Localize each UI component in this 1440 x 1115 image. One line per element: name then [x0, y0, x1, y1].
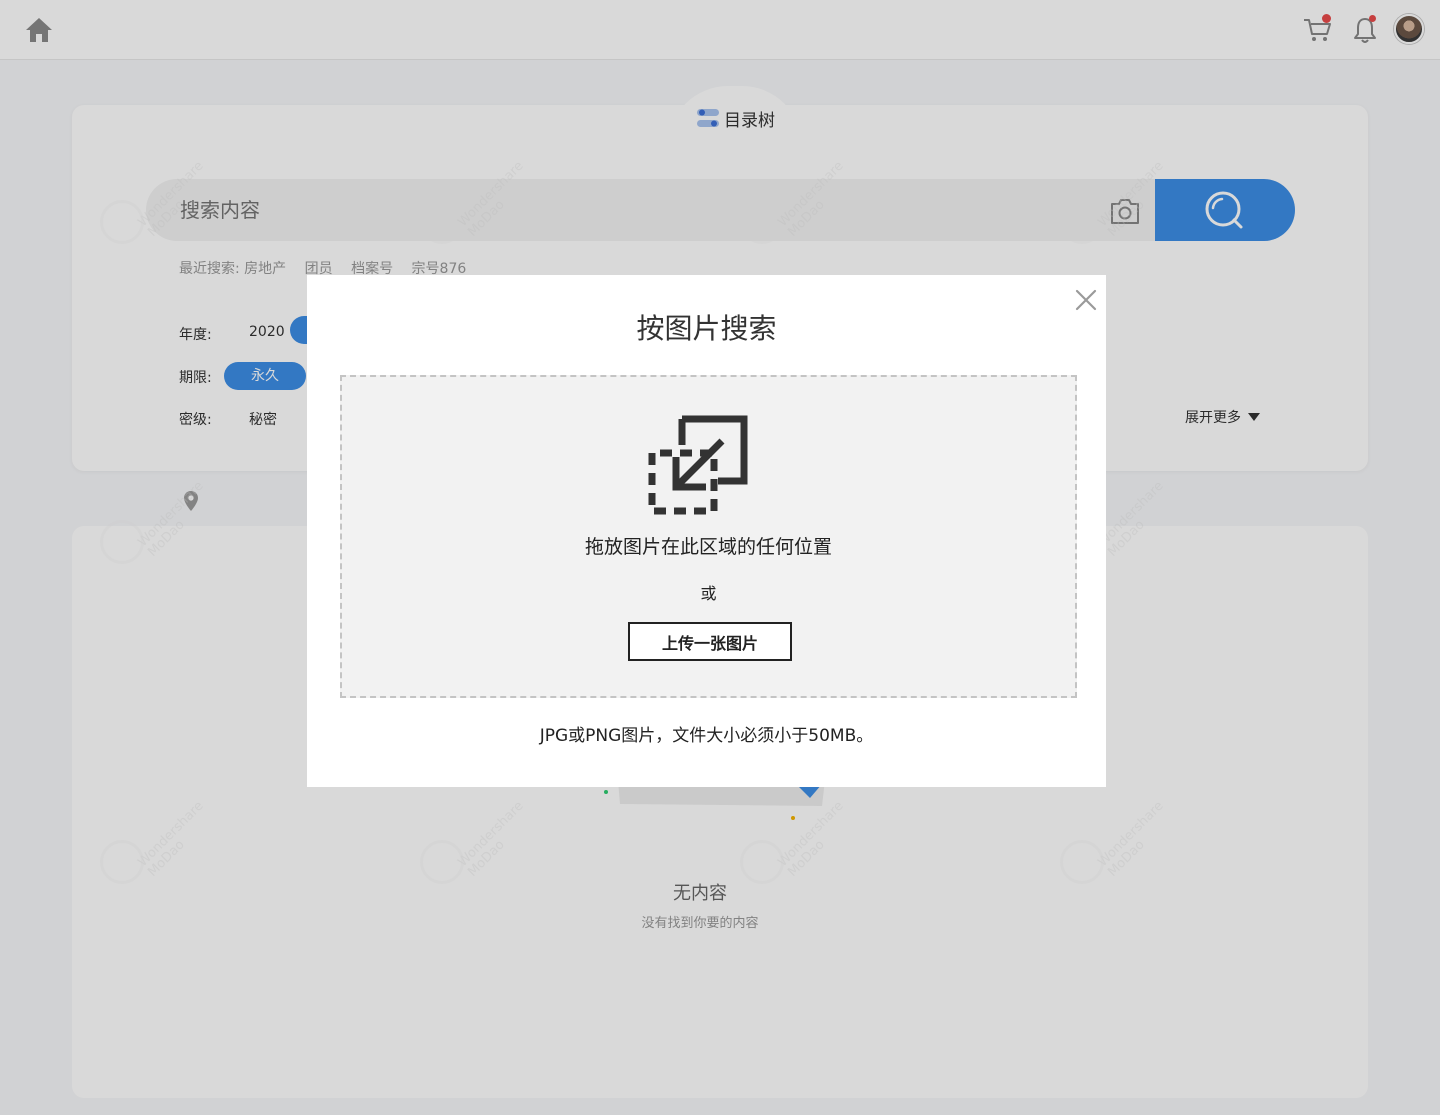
watermark: Wondershare MoDao [420, 799, 540, 890]
watermark: Wondershare MoDao [420, 159, 540, 250]
image-search-modal: 按图片搜索 拖放图片在此区域的任何位置 或 上传一张图片 JPG或PNG图片，文… [307, 275, 1106, 787]
watermark: Wondershare MoDao [740, 799, 860, 890]
file-requirements-hint: JPG或PNG图片，文件大小必须小于50MB。 [539, 726, 874, 746]
upload-image-button[interactable]: 上传一张图片 [628, 622, 792, 661]
watermark: Wondershare MoDao [1060, 799, 1180, 890]
or-divider: 或 [700, 584, 717, 603]
watermark: Wondershare MoDao [100, 479, 220, 570]
image-drop-zone[interactable]: 拖放图片在此区域的任何位置 或 上传一张图片 [340, 375, 1077, 698]
watermark: Wondershare MoDao [740, 159, 860, 250]
watermark: Wondershare MoDao [100, 799, 220, 890]
watermark: Wondershare MoDao [1060, 159, 1180, 250]
modal-title: 按图片搜索 [636, 312, 777, 345]
drop-image-icon [648, 415, 748, 515]
drop-instructions: 拖放图片在此区域的任何位置 [584, 536, 832, 558]
watermark: Wondershare MoDao [100, 159, 220, 250]
